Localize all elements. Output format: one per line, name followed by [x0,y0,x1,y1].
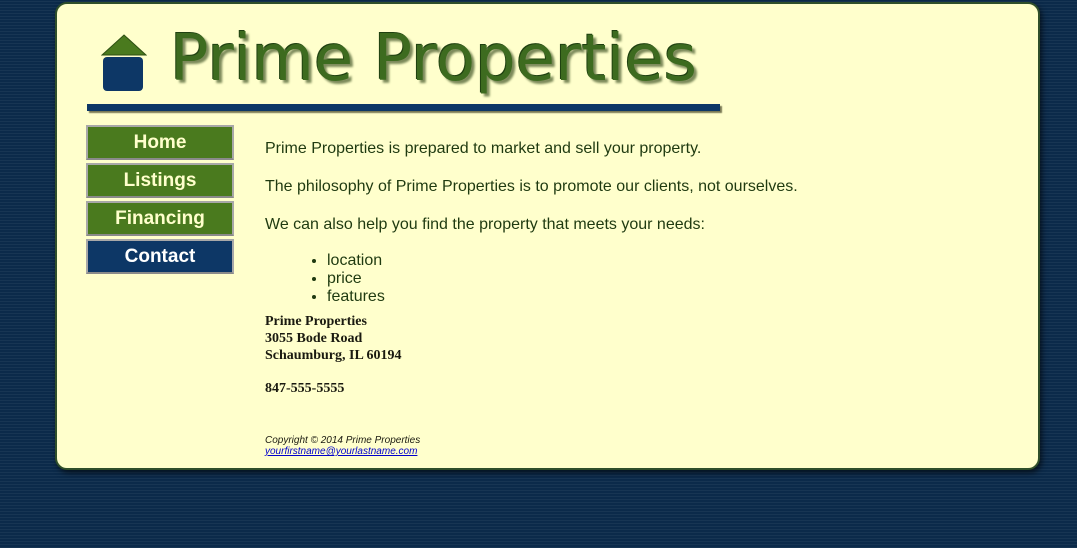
nav-financing-button[interactable]: Financing [86,201,234,236]
list-item: features [327,288,885,306]
intro-paragraph: Prime Properties is prepared to market a… [265,140,702,157]
nav-listings-button[interactable]: Listings [86,163,234,198]
list-item: location [327,252,885,270]
street-address: 3055 Bode Road [265,331,363,346]
phone-number: 847-555-5555 [265,381,345,396]
nav-contact-button[interactable]: Contact [86,239,234,274]
list-item: price [327,270,885,288]
page-container: Prime Properties Home Listings Financing… [55,2,1040,470]
page-footer: Copyright © 2014 Prime Properties yourfi… [265,435,420,457]
company-address: Prime Properties 3055 Bode Road Schaumbu… [265,313,402,364]
needs-list: location price features [265,252,885,306]
header-divider [87,104,720,111]
main-nav: Home Listings Financing Contact [86,125,234,277]
main-content: Prime Properties is prepared to market a… [265,138,885,306]
company-name: Prime Properties [265,314,367,329]
copyright-text: Copyright © 2014 Prime Properties [265,435,421,446]
philosophy-paragraph: The philosophy of Prime Properties is to… [265,178,798,195]
house-icon [101,34,147,91]
nav-home-button[interactable]: Home [86,125,234,160]
city-state-zip: Schaumburg, IL 60194 [265,348,402,363]
site-title: Prime Properties [170,22,698,96]
email-link[interactable]: yourfirstname@yourlastname.com [265,446,417,457]
needs-paragraph: We can also help you find the property t… [265,216,705,233]
